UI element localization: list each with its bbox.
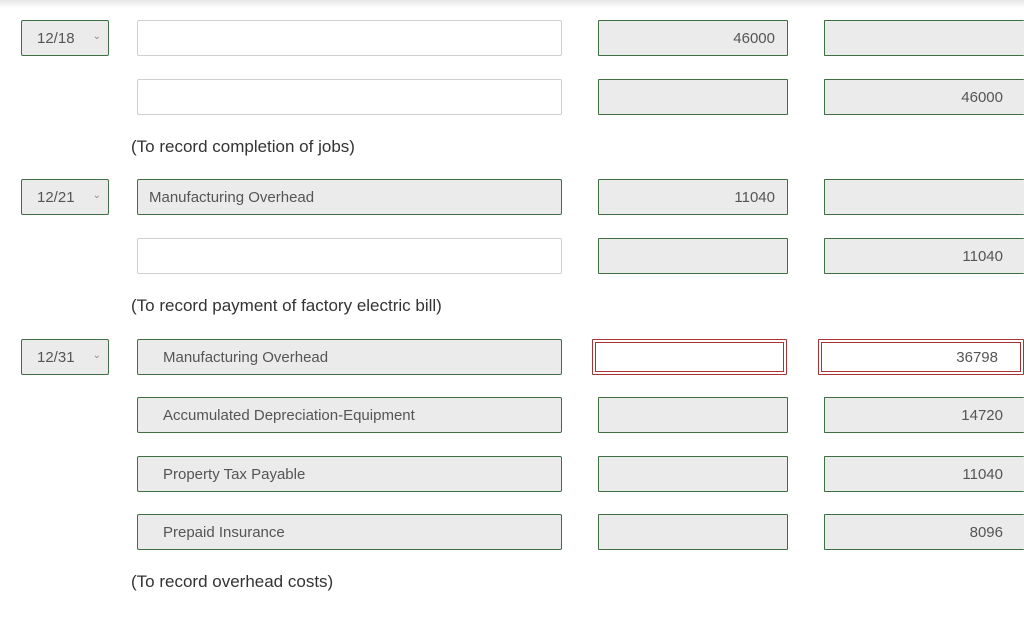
date-value: 12/31 xyxy=(37,348,75,366)
chevron-down-icon: ⌄ xyxy=(92,31,101,42)
account-input[interactable]: Accumulated Depreciation-Equipment xyxy=(137,397,562,433)
entry-memo: (To record payment of factory electric b… xyxy=(131,296,442,315)
account-input[interactable] xyxy=(137,238,562,274)
account-input[interactable]: Manufacturing Overhead xyxy=(137,179,562,215)
credit-input[interactable]: 11040 xyxy=(824,238,1024,274)
account-input[interactable] xyxy=(137,20,562,56)
credit-input[interactable] xyxy=(824,179,1024,215)
date-select[interactable]: 12/31 ⌄ xyxy=(21,339,109,375)
chevron-down-icon: ⌄ xyxy=(92,350,101,361)
credit-input-error[interactable]: 36798 xyxy=(818,339,1024,375)
date-select[interactable]: 12/18 ⌄ xyxy=(21,20,109,56)
debit-input[interactable] xyxy=(598,79,788,115)
debit-input-error[interactable] xyxy=(592,339,787,375)
credit-input[interactable]: 11040 xyxy=(824,456,1024,492)
credit-input[interactable]: 14720 xyxy=(824,397,1024,433)
debit-input[interactable] xyxy=(598,514,788,550)
account-input[interactable] xyxy=(137,79,562,115)
debit-input[interactable]: 46000 xyxy=(598,20,788,56)
date-value: 12/18 xyxy=(37,29,75,47)
chevron-down-icon: ⌄ xyxy=(92,190,101,201)
date-value: 12/21 xyxy=(37,188,75,206)
credit-input[interactable]: 46000 xyxy=(824,79,1024,115)
debit-input[interactable]: 11040 xyxy=(598,179,788,215)
credit-input[interactable] xyxy=(824,20,1024,56)
date-select[interactable]: 12/21 ⌄ xyxy=(21,179,109,215)
account-input[interactable]: Prepaid Insurance xyxy=(137,514,562,550)
top-shadow xyxy=(0,0,1024,8)
account-input[interactable]: Property Tax Payable xyxy=(137,456,562,492)
debit-input[interactable] xyxy=(598,238,788,274)
entry-memo: (To record overhead costs) xyxy=(131,572,334,591)
credit-input[interactable]: 8096 xyxy=(824,514,1024,550)
account-input[interactable]: Manufacturing Overhead xyxy=(137,339,562,375)
debit-input[interactable] xyxy=(598,397,788,433)
debit-input[interactable] xyxy=(598,456,788,492)
entry-memo: (To record completion of jobs) xyxy=(131,137,355,156)
